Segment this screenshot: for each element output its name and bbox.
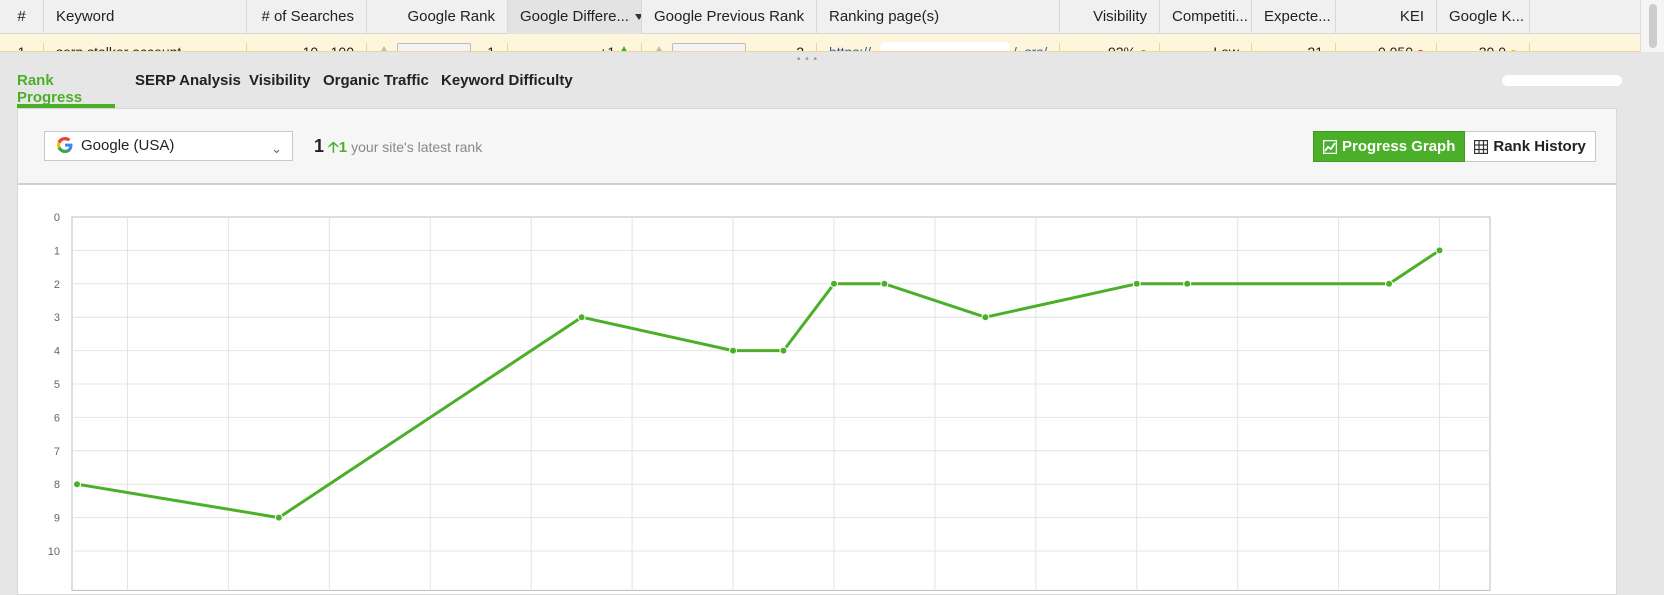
- rank-progress-panel: Google (USA) ⌄ 1 🡡1 your site's latest ran…: [17, 108, 1617, 595]
- rank-pill: [672, 43, 746, 51]
- y-tick-label: 3: [54, 312, 60, 324]
- selected-keyword-label: [1484, 74, 1624, 89]
- cell-google-k-value: 20.0: [1478, 44, 1506, 52]
- rank-point: [1132, 279, 1141, 288]
- tab-rank-progress[interactable]: Rank Progress: [17, 72, 115, 108]
- column-header-visibility[interactable]: Visibility: [1060, 0, 1160, 34]
- tab-serp-analysis[interactable]: SERP Analysis: [135, 72, 241, 108]
- cell-searches: 10 - 100: [247, 43, 367, 51]
- cell-google-k: 20.0: [1437, 43, 1530, 52]
- y-tick-label: 1: [54, 245, 60, 257]
- y-tick-label: 8: [54, 479, 60, 491]
- search-engine-select[interactable]: Google (USA) ⌄: [44, 131, 293, 161]
- rank-point: [73, 480, 81, 489]
- latest-rank-summary: 1 🡡1 your site's latest rank: [314, 131, 482, 161]
- table-header: # Keyword # of Searches Google Rank Goog…: [0, 0, 1640, 34]
- cell-google-rank: 1: [367, 43, 508, 52]
- table-row[interactable]: 1 serp stalker account 10 - 100 1 +1 2 h…: [0, 34, 1640, 52]
- cell-google-rank-value: 1: [487, 44, 495, 52]
- latest-rank-caption: your site's latest rank: [351, 139, 483, 155]
- y-tick-label: 5: [54, 379, 60, 391]
- column-header-google-difference[interactable]: Google Differe...: [508, 0, 642, 34]
- column-header-kei[interactable]: KEI: [1336, 0, 1437, 34]
- column-header-google-k[interactable]: Google K...: [1437, 0, 1530, 34]
- pane-splitter[interactable]: • • •: [0, 52, 1664, 66]
- rank-history-button[interactable]: Rank History: [1465, 131, 1596, 162]
- cell-google-previous-rank: 2: [642, 43, 817, 52]
- cell-previous-rank-value: 2: [796, 44, 804, 52]
- rank-point: [981, 313, 990, 322]
- rank-progress-toolbar: Google (USA) ⌄ 1 🡡1 your site's latest ran…: [18, 109, 1616, 185]
- y-tick-label: 0: [54, 212, 60, 224]
- rank-change-value: 1: [338, 139, 348, 156]
- chart-grid: [71, 216, 1491, 591]
- column-header-searches[interactable]: # of Searches: [247, 0, 367, 34]
- ranking-page-link-start: https://: [829, 44, 872, 52]
- cell-number: 1: [0, 43, 44, 51]
- y-tick-label: 10: [48, 546, 60, 558]
- column-header-keyword[interactable]: Keyword: [44, 0, 247, 34]
- cell-competition: Low: [1160, 43, 1252, 51]
- sort-descending-icon: [634, 14, 641, 21]
- column-header-google-difference-label: Google Differe...: [520, 8, 629, 25]
- view-toggle: Progress Graph Rank History: [1313, 131, 1596, 162]
- cell-expected: 21: [1252, 43, 1336, 51]
- cell-visibility-value: 92%: [1107, 44, 1136, 52]
- rank-change: 🡡1: [328, 139, 347, 156]
- rank-point: [779, 346, 788, 355]
- chevron-down-icon: ⌄: [271, 141, 282, 156]
- column-header-google-previous-rank[interactable]: Google Previous Rank: [642, 0, 817, 34]
- redaction-mask: [880, 42, 1010, 51]
- tab-organic-traffic[interactable]: Organic Traffic: [323, 72, 429, 108]
- column-header-google-rank[interactable]: Google Rank: [367, 0, 508, 34]
- drag-handle-icon[interactable]: • • •: [797, 55, 818, 65]
- column-header-expected[interactable]: Expecte...: [1252, 0, 1336, 34]
- progress-graph-button[interactable]: Progress Graph: [1313, 131, 1466, 162]
- y-tick-label: 4: [54, 346, 60, 358]
- details-tabs: Rank Progress SERP Analysis Visibility O…: [0, 66, 1664, 108]
- chart-line-icon: [1323, 139, 1337, 154]
- table-scrollbar[interactable]: [1640, 0, 1664, 52]
- column-header-ranking-pages[interactable]: Ranking page(s): [817, 0, 1060, 34]
- rank-progress-chart: 0 1 2 3 4 5 6 7 8 9 10: [48, 212, 1491, 591]
- rank-point: [1435, 246, 1444, 255]
- latest-rank-value: 1: [314, 136, 325, 156]
- column-header-competition[interactable]: Competiti...: [1160, 0, 1252, 34]
- ranking-page-link-end: /_srs/: [1013, 44, 1048, 52]
- y-tick-label: 6: [54, 412, 60, 424]
- scrollbar-thumb[interactable]: [1649, 4, 1657, 48]
- rank-point: [274, 513, 283, 522]
- y-tick-label: 7: [54, 446, 60, 458]
- tab-visibility[interactable]: Visibility: [249, 72, 310, 108]
- cell-keyword: serp stalker account: [44, 43, 247, 51]
- rank-point: [1183, 279, 1192, 288]
- y-axis: 0 1 2 3 4 5 6 7 8 9 10: [48, 212, 60, 558]
- progress-graph-label: Progress Graph: [1342, 138, 1456, 155]
- cell-google-difference-value: +1: [599, 44, 616, 52]
- cell-kei: 0.050: [1336, 43, 1437, 52]
- tab-keyword-difficulty[interactable]: Keyword Difficulty: [441, 72, 573, 108]
- rank-point: [729, 346, 738, 355]
- rank-point: [577, 313, 586, 322]
- y-tick-label: 9: [54, 513, 60, 525]
- redaction-mask: [1502, 75, 1622, 86]
- rank-history-label: Rank History: [1493, 138, 1586, 155]
- rank-pill: [397, 43, 471, 51]
- search-engine-value: Google (USA): [81, 137, 175, 154]
- plot-frame: [71, 216, 1491, 591]
- column-header-number[interactable]: #: [0, 0, 44, 34]
- arrow-up-icon: 🡡: [328, 139, 339, 156]
- rank-point: [880, 279, 889, 288]
- cell-kei-value: 0.050: [1377, 44, 1413, 52]
- rank-point: [1385, 279, 1394, 288]
- y-tick-label: 2: [54, 279, 60, 291]
- cell-google-difference: +1: [508, 43, 642, 52]
- rank-point: [829, 279, 838, 288]
- table-grid-icon: [1474, 139, 1489, 154]
- keywords-table: # Keyword # of Searches Google Rank Goog…: [0, 0, 1664, 52]
- cell-visibility: 92%: [1060, 43, 1160, 52]
- google-logo-icon: [57, 137, 73, 153]
